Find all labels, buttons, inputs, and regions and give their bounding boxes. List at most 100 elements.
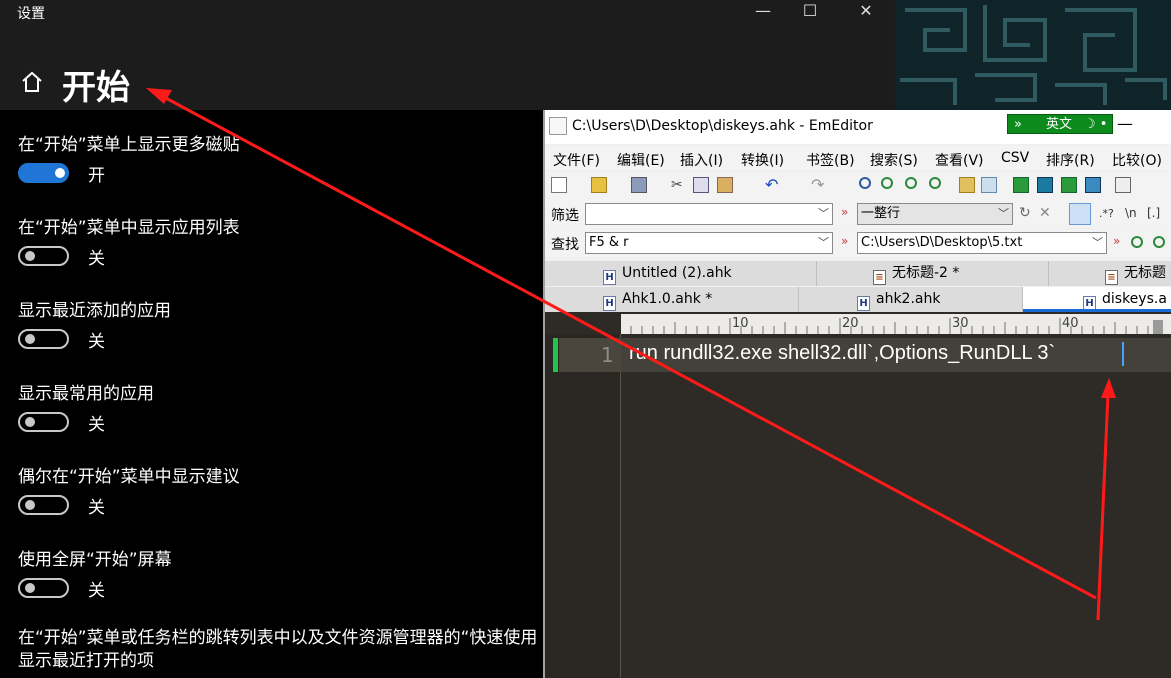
tab-untitled-cn-2[interactable]: ≡ 无标题-2 * <box>817 261 1049 286</box>
editor-minimize-button[interactable]: — <box>1117 114 1133 133</box>
text-cursor <box>1122 342 1124 366</box>
app-list-toggle[interactable] <box>18 246 69 266</box>
setting-label: 显示最近添加的应用 <box>18 301 171 321</box>
ruler-ticks <box>630 318 1163 334</box>
menu-bookmark[interactable]: 书签(B) <box>806 150 855 170</box>
code-line[interactable]: run rundll32.exe shell32.dll`,Options_Ru… <box>621 338 1171 372</box>
ime-indicator[interactable]: » 英文 ☽ • <box>1007 114 1113 134</box>
setting-label-line1: 在“开始”菜单或任务栏的跳转列表中以及文件资源管理器的“快速使用 <box>18 628 538 648</box>
desktop-wallpaper <box>895 0 1171 110</box>
setting-label: 在“开始”菜单上显示更多磁贴 <box>18 135 240 155</box>
ahk-file-icon: H <box>1083 296 1096 309</box>
filter-icon[interactable] <box>981 177 997 193</box>
fullscreen-toggle[interactable] <box>18 578 69 598</box>
menu-file[interactable]: 文件(F) <box>553 150 600 170</box>
find-bar: 查找 F5 & r ﹀ » C:\Users\D\Desktop\5.txt ﹀ » <box>545 229 1171 257</box>
toolbar: ✂ ↶ ↷ <box>545 172 1171 200</box>
find-prev-icon[interactable] <box>1153 236 1165 248</box>
chevron-down-icon[interactable]: ﹀ <box>1092 233 1103 253</box>
outline-icon[interactable] <box>1037 177 1053 193</box>
home-icon[interactable] <box>20 70 44 94</box>
toggle-state: 关 <box>88 498 105 518</box>
menu-edit[interactable]: 编辑(E) <box>617 150 665 170</box>
notepad-icon: ≡ <box>1105 270 1118 285</box>
find-in-files-icon[interactable] <box>959 177 975 193</box>
chevron-down-icon[interactable]: ﹀ <box>818 204 829 224</box>
settings-header: 设置 — ☐ ✕ 开始 <box>0 0 895 110</box>
find-icon[interactable] <box>859 177 871 189</box>
code-text: run rundll32.exe shell32.dll`,Options_Ru… <box>629 342 1056 364</box>
copy-icon[interactable] <box>693 177 709 193</box>
chevron-right-icon: » <box>841 234 849 248</box>
split-icon[interactable] <box>1013 177 1029 193</box>
menu-view[interactable]: 查看(V) <box>935 150 984 170</box>
menu-csv[interactable]: CSV <box>1001 150 1029 166</box>
replace-icon[interactable] <box>929 177 941 189</box>
find-path-input[interactable]: C:\Users\D\Desktop\5.txt ﹀ <box>857 232 1107 254</box>
find-next-icon[interactable] <box>1131 236 1143 248</box>
toggle-state: 关 <box>88 415 105 435</box>
regex-toggle[interactable]: .*? <box>1099 207 1114 223</box>
minimize-button[interactable]: — <box>740 0 786 24</box>
refresh-icon[interactable]: ↻ <box>1019 205 1035 221</box>
maximize-button[interactable]: ☐ <box>787 0 833 24</box>
filter-bar: 筛选 ﹀ » 一整行 ﹀ ↻ ✕ .*? \n [.] <box>545 200 1171 228</box>
cut-icon[interactable]: ✂ <box>671 177 687 193</box>
recent-apps-toggle[interactable] <box>18 329 69 349</box>
tab-row-1: H Untitled (2).ahk ≡ 无标题-2 * ≡ 无标题 <box>545 261 1171 286</box>
more-tiles-toggle[interactable] <box>18 163 69 183</box>
tab-ahk2[interactable]: Hahk2.ahk <box>799 287 1023 312</box>
setting-label: 显示最常用的应用 <box>18 384 154 404</box>
filter-search-icon[interactable] <box>1069 203 1091 225</box>
toggle-state: 关 <box>88 249 105 269</box>
bracket-toggle[interactable]: [.] <box>1147 206 1160 222</box>
modified-line-marker <box>553 338 558 372</box>
setting-label-line2: 显示最近打开的项 <box>18 651 154 671</box>
new-file-icon[interactable] <box>551 177 567 193</box>
find-prev-icon[interactable] <box>905 177 917 189</box>
macro-icon[interactable] <box>1115 177 1131 193</box>
save-icon[interactable] <box>631 177 647 193</box>
menu-bar: 文件(F) 编辑(E) 插入(I) 转换(I) 书签(B) 搜索(S) 查看(V… <box>545 146 1171 170</box>
paste-icon[interactable] <box>717 177 733 193</box>
line-number-gutter: 1 <box>545 334 621 678</box>
tab-row-2: H Ahk1.0.ahk * Hahk2.ahk Hdiskeys.a <box>545 287 1171 312</box>
menu-search[interactable]: 搜索(S) <box>870 150 918 170</box>
line-number: 1 <box>601 343 614 367</box>
tab-diskeys[interactable]: Hdiskeys.a <box>1023 287 1171 312</box>
menu-convert[interactable]: 转换(I) <box>741 150 784 170</box>
redo-icon[interactable]: ↷ <box>811 175 827 194</box>
tab-untitled-2[interactable]: H Untitled (2).ahk <box>545 261 817 286</box>
notepad-icon: ≡ <box>873 270 886 285</box>
chevron-down-icon[interactable]: ﹀ <box>818 233 829 253</box>
emeditor-app-icon <box>549 117 567 135</box>
tab-ahk1[interactable]: H Ahk1.0.ahk * <box>545 287 799 312</box>
find-input[interactable]: F5 & r ﹀ <box>585 232 833 254</box>
setting-most-used: 显示最常用的应用 关 <box>18 379 154 438</box>
most-used-toggle[interactable] <box>18 412 69 432</box>
clear-icon[interactable]: ✕ <box>1039 205 1055 221</box>
column-ruler: 10 20 30 40 <box>621 314 1171 334</box>
menu-compare[interactable]: 比较(O) <box>1112 150 1162 170</box>
toggle-state: 开 <box>88 166 105 186</box>
setting-label: 使用全屏“开始”屏幕 <box>18 550 172 570</box>
ahk-file-icon: H <box>603 270 616 285</box>
ahk-file-icon: H <box>603 296 616 311</box>
snippet-icon[interactable] <box>1085 177 1101 193</box>
editor-text-area[interactable]: 10 20 30 40 1 run rundll32.exe shell32.d… <box>545 312 1171 678</box>
find-next-icon[interactable] <box>881 177 893 189</box>
close-button[interactable]: ✕ <box>843 0 889 24</box>
filter-input[interactable]: ﹀ <box>585 203 833 225</box>
tab-untitled-cn[interactable]: ≡ 无标题 <box>1049 261 1171 286</box>
filter-mode-select[interactable]: 一整行 ﹀ <box>857 203 1013 225</box>
wrap-icon[interactable] <box>1061 177 1077 193</box>
newline-toggle[interactable]: \n <box>1125 206 1137 222</box>
menu-insert[interactable]: 插入(I) <box>680 150 723 170</box>
undo-icon[interactable]: ↶ <box>765 175 781 194</box>
ruler-label: 40 <box>1062 316 1079 331</box>
chevron-down-icon[interactable]: ﹀ <box>998 204 1009 224</box>
menu-sort[interactable]: 排序(R) <box>1046 150 1095 170</box>
open-folder-icon[interactable] <box>591 177 607 193</box>
suggestions-toggle[interactable] <box>18 495 69 515</box>
setting-recent-apps: 显示最近添加的应用 关 <box>18 296 171 355</box>
